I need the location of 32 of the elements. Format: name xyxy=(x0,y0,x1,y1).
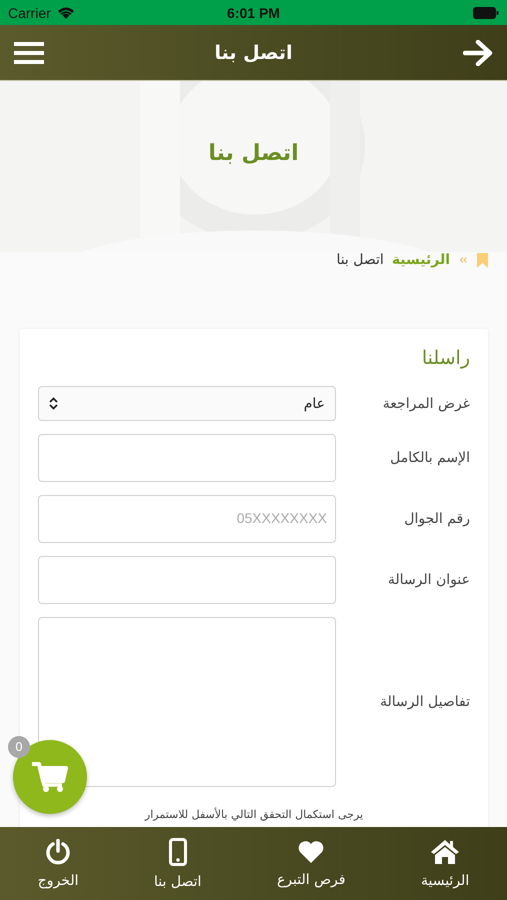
tab-button[interactable]: الرئيسية xyxy=(410,834,480,892)
wifi-icon xyxy=(56,6,75,19)
input-field[interactable] xyxy=(38,434,336,482)
tab-button[interactable]: الخروج xyxy=(28,834,88,892)
power-icon xyxy=(45,838,72,864)
clock-time: 6:01 PM xyxy=(227,4,280,20)
home-icon xyxy=(430,838,460,864)
cart-count: 0 xyxy=(8,736,30,758)
carrier-name: Carrier xyxy=(8,4,51,20)
field-label: تفاصيل الرسالة xyxy=(378,694,470,710)
battery-icon xyxy=(472,6,499,18)
field-label: عنوان الرسالة xyxy=(386,572,470,588)
tab-button[interactable]: فرص التبرع xyxy=(266,836,356,892)
message-field[interactable] xyxy=(38,617,336,787)
field-label: رقم الجوال xyxy=(403,511,470,527)
tab-button[interactable]: اتصل بنا xyxy=(144,834,212,894)
screen-title: اتصل بنا xyxy=(214,42,292,64)
chevron-icon xyxy=(460,257,467,263)
back-button[interactable] xyxy=(461,38,495,68)
select-field[interactable]: عام xyxy=(38,386,336,421)
cart-icon xyxy=(32,761,68,793)
input-field[interactable]: 05XXXXXXXX xyxy=(38,495,336,543)
phone-icon xyxy=(168,838,187,866)
heart-icon xyxy=(297,840,326,864)
bookmark-icon xyxy=(477,252,488,268)
form-title: راسلنا xyxy=(420,347,470,369)
input-field[interactable] xyxy=(38,556,336,604)
field-label: غرض المراجعة xyxy=(382,396,470,412)
field-label: الإسم بالكامل xyxy=(389,450,470,466)
form-note: يرجى استكمال التحقق التالي بالأسفل للاستمرار xyxy=(143,808,364,821)
page-heading: اتصل بنا xyxy=(208,141,299,166)
up-down-arrows-icon xyxy=(49,397,58,410)
